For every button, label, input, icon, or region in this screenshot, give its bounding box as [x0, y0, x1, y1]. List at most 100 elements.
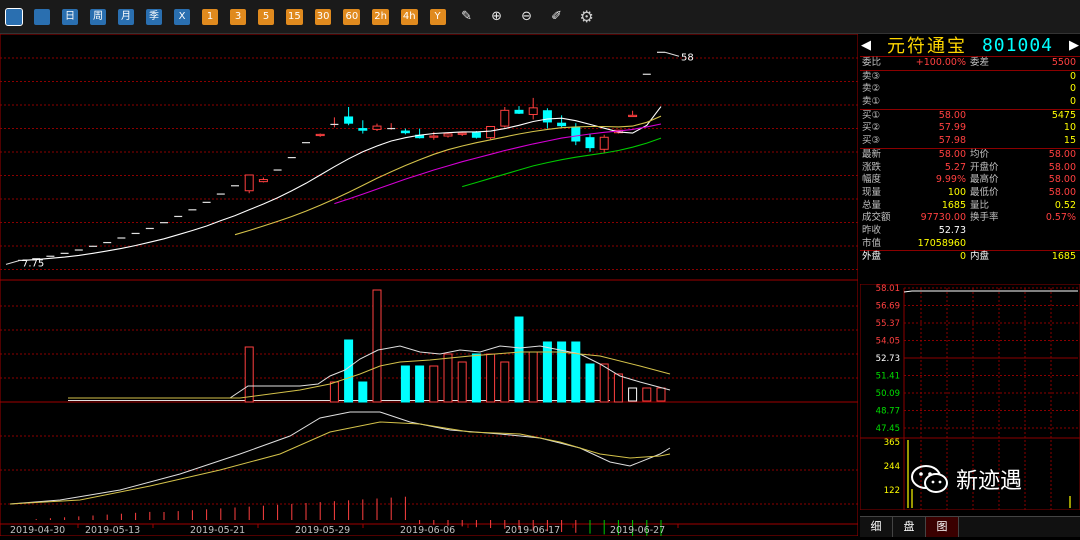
minute-price-tick: 56.69	[876, 302, 900, 312]
candle-body	[471, 132, 481, 138]
volume-bar	[628, 387, 638, 402]
buy-label: 买②	[862, 122, 881, 134]
toolbar-hour-4[interactable]: 4h	[400, 8, 418, 25]
toolbar-min-5[interactable]: 5	[258, 8, 274, 25]
minute-price-tick: 48.77	[876, 407, 900, 417]
stat-row: 最新 58.00 均价 58.00	[860, 149, 1080, 162]
candle-body	[443, 133, 453, 137]
volume-bar	[429, 365, 439, 403]
volume-bar	[457, 361, 467, 403]
volume-bar	[585, 363, 595, 403]
volume-bar	[656, 387, 666, 402]
prev-stock-icon[interactable]: ◀	[860, 38, 872, 53]
sell-label: 卖①	[862, 96, 881, 108]
stat-value: 5.27	[944, 161, 966, 173]
stat-value: 97730.00	[920, 212, 966, 224]
volume-bar	[329, 381, 339, 403]
toolbar-min-15[interactable]: 15	[286, 8, 303, 25]
candle-body	[514, 109, 524, 114]
stat-value-2: 58.00	[1048, 174, 1076, 186]
volume-bar	[372, 289, 382, 403]
candle-body	[599, 136, 609, 150]
toolbar-min-3[interactable]: 3	[230, 8, 246, 25]
gear-icon[interactable]: ⚙	[576, 6, 598, 28]
minute-price-tick: 52.73	[876, 354, 900, 364]
toolbar-min-30[interactable]: 30	[314, 8, 332, 25]
minute-price-tick: 47.45	[876, 424, 900, 434]
stat-label-2: 开盘价	[970, 161, 999, 173]
toolbar-period-week[interactable]: 周	[90, 8, 106, 25]
zoom-in-icon[interactable]: ⊕	[486, 6, 508, 28]
date-tick-label: 2019-06-06	[400, 525, 455, 536]
date-tick-label: 2019-05-13	[85, 525, 140, 536]
sell-vol: 0	[1069, 83, 1076, 95]
toolbar-min-60[interactable]: 60	[343, 8, 361, 25]
kline-chart[interactable]: 58 7.75 2019-04-30 2019-05-13 2019-05-21 2019…	[0, 33, 859, 538]
outer-label: 外盘	[862, 251, 882, 263]
minute-vol-tick: 244	[884, 462, 900, 472]
buy-label: 买③	[862, 135, 881, 147]
stat-label: 市值	[862, 237, 882, 249]
toolbar-period-month[interactable]: 月	[118, 8, 134, 25]
stat-value: 52.73	[938, 224, 966, 236]
stock-header: ◀ 元符通宝 801004 ▶	[860, 34, 1080, 57]
stat-label-2: 均价	[970, 148, 990, 160]
candle-body	[457, 132, 467, 135]
toolbar-period-year[interactable]: X	[174, 8, 190, 25]
buy-vol: 5475	[1051, 109, 1076, 121]
toolbar-min-1[interactable]: 1	[202, 8, 218, 25]
stat-row: 总量 1685 量比 0.52	[860, 200, 1080, 213]
stat-label: 最新	[862, 148, 882, 160]
date-tick-label: 2019-06-27	[610, 525, 665, 536]
buy-vol: 15	[1063, 135, 1076, 147]
stat-label-2: 最高价	[970, 174, 999, 186]
sell-vol: 0	[1069, 70, 1076, 82]
stat-row: 幅度 9.99% 最高价 58.00	[860, 174, 1080, 187]
minute-price-tick: 55.37	[876, 319, 900, 329]
stat-row: 市值 17058960	[860, 238, 1080, 251]
toolbar-window-icon[interactable]	[34, 8, 50, 25]
tab-chart[interactable]: 图	[926, 517, 959, 537]
stat-value-2: 58.00	[1048, 161, 1076, 173]
stat-label: 幅度	[862, 174, 882, 186]
stat-label: 涨跌	[862, 161, 882, 173]
stat-row: 成交额 97730.00 换手率 0.57%	[860, 212, 1080, 225]
low-price-label: 7.75	[22, 258, 44, 269]
stat-value: 9.99%	[935, 174, 966, 186]
toolbar-candle-icon[interactable]	[5, 7, 23, 26]
tab-detail[interactable]: 细	[860, 517, 893, 537]
kline-chart-area[interactable]: 58 7.75 2019-04-30 2019-05-13 2019-05-21 2019…	[0, 33, 859, 538]
quote-panel: ◀ 元符通宝 801004 ▶ 委比 +100.00% 委差 5500 卖③ 0 卖…	[860, 34, 1080, 536]
candle-body	[315, 133, 325, 137]
toolbar-year-y[interactable]: Y	[429, 8, 446, 25]
candle-body	[486, 125, 496, 139]
draw-icon[interactable]: ✐	[546, 6, 568, 28]
weibi-label: 委比	[862, 57, 882, 68]
stat-value: 1685	[941, 199, 966, 211]
buy-row: 买② 57.99 10	[860, 122, 1080, 135]
toolbar-period-day[interactable]: 日	[62, 8, 78, 25]
toolbar: 日周月季 X 1 3 5 15 30 60 2h 4h Y ✎ ⊕ ⊖ ✐ ⚙	[0, 0, 1080, 34]
zoom-out-icon[interactable]: ⊖	[516, 6, 538, 28]
next-stock-icon[interactable]: ▶	[1068, 38, 1080, 53]
stat-value: 58.00	[938, 148, 966, 160]
volume-bar	[500, 361, 510, 403]
volume-bar	[528, 351, 538, 403]
note-icon[interactable]: ✎	[456, 6, 478, 28]
sell-row: 卖② 0	[860, 83, 1080, 96]
toolbar-hour-2[interactable]: 2h	[372, 8, 389, 25]
stat-label: 总量	[862, 199, 882, 211]
minute-price-tick: 51.41	[876, 372, 900, 382]
stat-value: 17058960	[917, 237, 966, 249]
stat-value-2: 0.57%	[1045, 212, 1076, 224]
toolbar-period-season[interactable]: 季	[146, 8, 162, 25]
stat-label-2: 最低价	[970, 186, 999, 198]
stat-label-2: 量比	[970, 199, 990, 211]
minute-vol-tick: 365	[884, 438, 900, 448]
volume-bar	[244, 346, 254, 403]
outer-inner-row: 外盘 0 内盘 1685	[860, 250, 1080, 264]
weibi-value: +100.00%	[915, 57, 966, 68]
volume-bar	[358, 381, 368, 403]
tab-order[interactable]: 盘	[893, 517, 926, 537]
buy-price: 58.00	[938, 109, 966, 121]
